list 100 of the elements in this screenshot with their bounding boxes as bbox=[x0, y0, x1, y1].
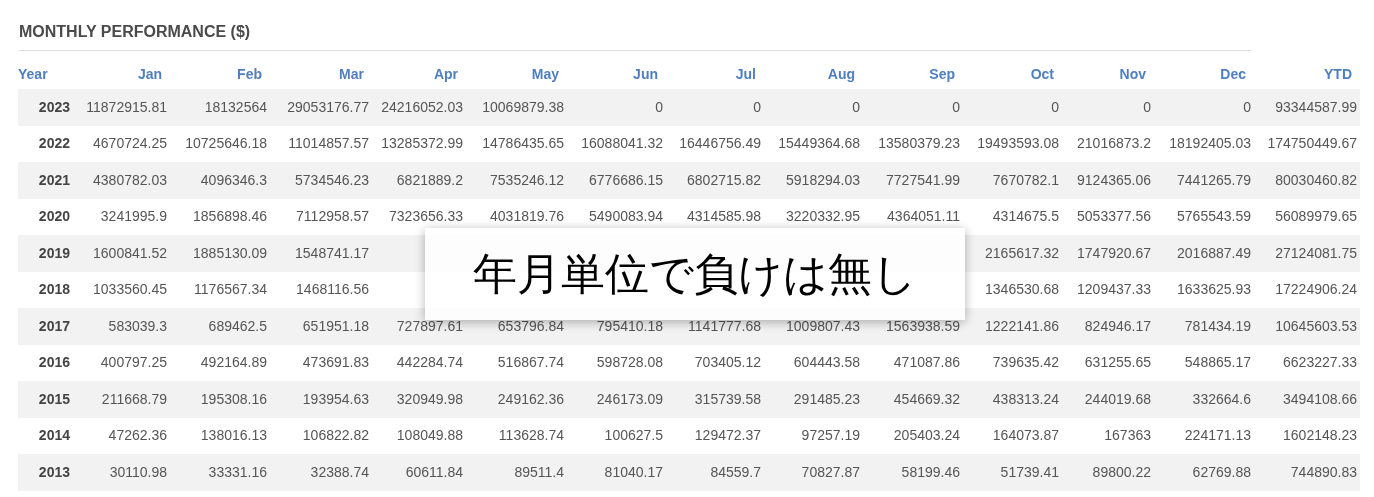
year-cell: 2023 bbox=[18, 89, 74, 126]
table-cell: 15449364.68 bbox=[764, 125, 863, 162]
table-cell: 6802715.82 bbox=[666, 162, 764, 199]
table-cell: 739635.42 bbox=[963, 344, 1062, 381]
table-cell: 442284.74 bbox=[372, 344, 466, 381]
table-cell: 89511.4 bbox=[466, 454, 567, 491]
table-cell: 3494108.66 bbox=[1254, 381, 1360, 418]
table-cell: 1885130.09 bbox=[170, 235, 270, 272]
table-cell: 16446756.49 bbox=[666, 125, 764, 162]
table-cell: 1033560.45 bbox=[74, 271, 170, 308]
table-cell: 164073.87 bbox=[963, 417, 1062, 454]
table-cell: 0 bbox=[1062, 89, 1154, 126]
table-cell: 1600841.52 bbox=[74, 235, 170, 272]
table-cell: 4670724.25 bbox=[74, 125, 170, 162]
table-cell: 14786435.65 bbox=[466, 125, 567, 162]
table-cell: 51739.41 bbox=[963, 454, 1062, 491]
table-cell: 5053377.56 bbox=[1062, 198, 1154, 235]
table-cell: 80030460.82 bbox=[1254, 162, 1360, 199]
year-cell: 2020 bbox=[18, 198, 74, 235]
table-cell: 516867.74 bbox=[466, 344, 567, 381]
table-cell: 174750449.67 bbox=[1254, 125, 1360, 162]
column-header: Mar bbox=[270, 51, 372, 89]
table-cell: 631255.65 bbox=[1062, 344, 1154, 381]
table-cell: 5765543.59 bbox=[1154, 198, 1254, 235]
table-cell: 6776686.15 bbox=[567, 162, 666, 199]
table-cell: 24216052.03 bbox=[372, 89, 466, 126]
table-cell: 5918294.03 bbox=[764, 162, 863, 199]
table-cell: 7535246.12 bbox=[466, 162, 567, 199]
table-cell: 3241995.9 bbox=[74, 198, 170, 235]
table-cell: 454669.32 bbox=[863, 381, 963, 418]
table-cell: 651951.18 bbox=[270, 308, 372, 345]
year-cell: 2017 bbox=[18, 308, 74, 345]
table-cell: 9124365.06 bbox=[1062, 162, 1154, 199]
table-cell: 744890.83 bbox=[1254, 454, 1360, 491]
table-cell: 4314675.5 bbox=[963, 198, 1062, 235]
column-header: YTD bbox=[1254, 51, 1360, 89]
column-header: Jul bbox=[666, 51, 764, 89]
table-cell: 4096346.3 bbox=[170, 162, 270, 199]
table-cell: 7727541.99 bbox=[863, 162, 963, 199]
table-cell: 62769.88 bbox=[1154, 454, 1254, 491]
column-header: Oct bbox=[963, 51, 1062, 89]
table-cell: 1176567.34 bbox=[170, 271, 270, 308]
table-cell: 113628.74 bbox=[466, 417, 567, 454]
year-cell: 2014 bbox=[18, 417, 74, 454]
table-cell: 100627.5 bbox=[567, 417, 666, 454]
caption-overlay: 年月単位で負けは無し bbox=[425, 228, 965, 320]
table-cell: 10645603.53 bbox=[1254, 308, 1360, 345]
table-cell: 193954.63 bbox=[270, 381, 372, 418]
column-header: Year bbox=[18, 51, 74, 89]
table-cell: 548865.17 bbox=[1154, 344, 1254, 381]
table-cell: 598728.08 bbox=[567, 344, 666, 381]
table-cell: 211668.79 bbox=[74, 381, 170, 418]
table-cell: 167363 bbox=[1062, 417, 1154, 454]
table-cell: 16088041.32 bbox=[567, 125, 666, 162]
table-cell: 1633625.93 bbox=[1154, 271, 1254, 308]
table-cell: 0 bbox=[963, 89, 1062, 126]
year-cell: 2013 bbox=[18, 454, 74, 491]
table-cell: 1346530.68 bbox=[963, 271, 1062, 308]
column-header: Apr bbox=[372, 51, 466, 89]
table-cell: 824946.17 bbox=[1062, 308, 1154, 345]
table-cell: 0 bbox=[1154, 89, 1254, 126]
table-cell: 70827.87 bbox=[764, 454, 863, 491]
table-cell: 6821889.2 bbox=[372, 162, 466, 199]
table-cell: 400797.25 bbox=[74, 344, 170, 381]
table-cell: 246173.09 bbox=[567, 381, 666, 418]
column-header: Jan bbox=[74, 51, 170, 89]
column-header: Dec bbox=[1154, 51, 1254, 89]
table-cell: 32388.74 bbox=[270, 454, 372, 491]
column-header: Jun bbox=[567, 51, 666, 89]
table-cell: 93344587.99 bbox=[1254, 89, 1360, 126]
table-cell: 13580379.23 bbox=[863, 125, 963, 162]
table-cell: 129472.37 bbox=[666, 417, 764, 454]
column-header: Nov bbox=[1062, 51, 1154, 89]
table-cell: 10069879.38 bbox=[466, 89, 567, 126]
year-cell: 2019 bbox=[18, 235, 74, 272]
year-cell: 2015 bbox=[18, 381, 74, 418]
table-cell: 320949.98 bbox=[372, 381, 466, 418]
column-header: May bbox=[466, 51, 567, 89]
table-cell: 47262.36 bbox=[74, 417, 170, 454]
table-cell: 7441265.79 bbox=[1154, 162, 1254, 199]
table-cell: 0 bbox=[567, 89, 666, 126]
table-cell: 5734546.23 bbox=[270, 162, 372, 199]
table-cell: 33331.16 bbox=[170, 454, 270, 491]
table-cell: 21016873.2 bbox=[1062, 125, 1154, 162]
year-cell: 2018 bbox=[18, 271, 74, 308]
table-cell: 224171.13 bbox=[1154, 417, 1254, 454]
table-cell: 781434.19 bbox=[1154, 308, 1254, 345]
table-cell: 19493593.08 bbox=[963, 125, 1062, 162]
table-cell: 4380782.03 bbox=[74, 162, 170, 199]
column-header: Aug bbox=[764, 51, 863, 89]
table-cell: 0 bbox=[764, 89, 863, 126]
table-cell: 84559.7 bbox=[666, 454, 764, 491]
table-cell: 1222141.86 bbox=[963, 308, 1062, 345]
table-cell: 17224906.24 bbox=[1254, 271, 1360, 308]
table-cell: 106822.82 bbox=[270, 417, 372, 454]
table-cell: 473691.83 bbox=[270, 344, 372, 381]
table-cell: 1468116.56 bbox=[270, 271, 372, 308]
section-title: MONTHLY PERFORMANCE ($) bbox=[19, 23, 251, 40]
table-cell: 30110.98 bbox=[74, 454, 170, 491]
table-cell: 18132564 bbox=[170, 89, 270, 126]
